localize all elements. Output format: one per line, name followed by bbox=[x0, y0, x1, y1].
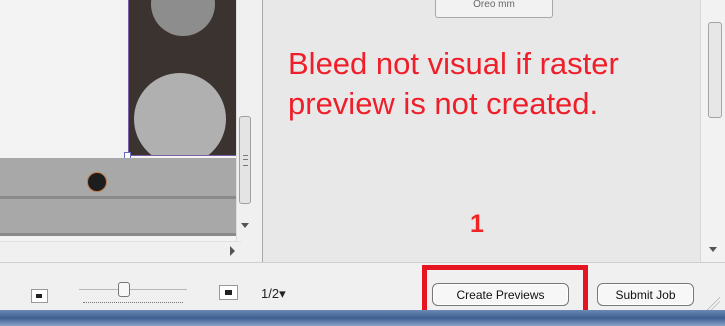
zoom-slider[interactable] bbox=[71, 282, 197, 304]
grip-icon bbox=[243, 155, 248, 166]
gray-circle bbox=[151, 0, 215, 36]
scroll-right-icon[interactable] bbox=[230, 246, 235, 256]
top-control[interactable]: Oreo mm bbox=[435, 0, 553, 18]
large-thumbnail-glyph bbox=[225, 290, 232, 295]
scroll-down-icon[interactable] bbox=[709, 247, 717, 252]
annotation-marker: 1 bbox=[470, 210, 484, 238]
artwork-image bbox=[128, 0, 238, 156]
large-thumbnail-icon[interactable] bbox=[219, 285, 238, 300]
preview-panel: Oreo mm Bleed not visual if raster previ… bbox=[262, 0, 703, 262]
create-previews-button[interactable]: Create Previews bbox=[432, 283, 569, 306]
strip-divider bbox=[0, 196, 241, 199]
scroll-down-icon[interactable] bbox=[241, 223, 249, 228]
small-thumbnail-glyph bbox=[36, 294, 42, 298]
strip-divider bbox=[0, 233, 241, 236]
canvas-vertical-scrollbar[interactable] bbox=[236, 0, 254, 242]
slider-thumb[interactable] bbox=[118, 282, 130, 297]
window-bottom-border bbox=[0, 310, 725, 326]
document-canvas[interactable] bbox=[0, 0, 241, 262]
gray-circle bbox=[134, 73, 226, 155]
page-indicator[interactable]: 1/2▾ bbox=[261, 286, 286, 302]
canvas-horizontal-scrollbar[interactable] bbox=[0, 241, 241, 261]
small-thumbnail-icon[interactable] bbox=[31, 289, 48, 303]
slider-track bbox=[79, 289, 187, 290]
scroll-thumb[interactable] bbox=[708, 22, 722, 118]
preview-vertical-scrollbar[interactable] bbox=[700, 0, 725, 262]
annotation-note: Bleed not visual if raster preview is no… bbox=[288, 46, 619, 121]
resize-grip-icon[interactable] bbox=[707, 297, 720, 310]
slider-ticks bbox=[83, 299, 183, 303]
scroll-thumb[interactable] bbox=[239, 116, 251, 204]
submit-job-button[interactable]: Submit Job bbox=[597, 283, 694, 306]
bottom-toolbar: 1/2▾ Create Previews Submit Job bbox=[0, 262, 725, 316]
black-dot bbox=[87, 172, 107, 192]
